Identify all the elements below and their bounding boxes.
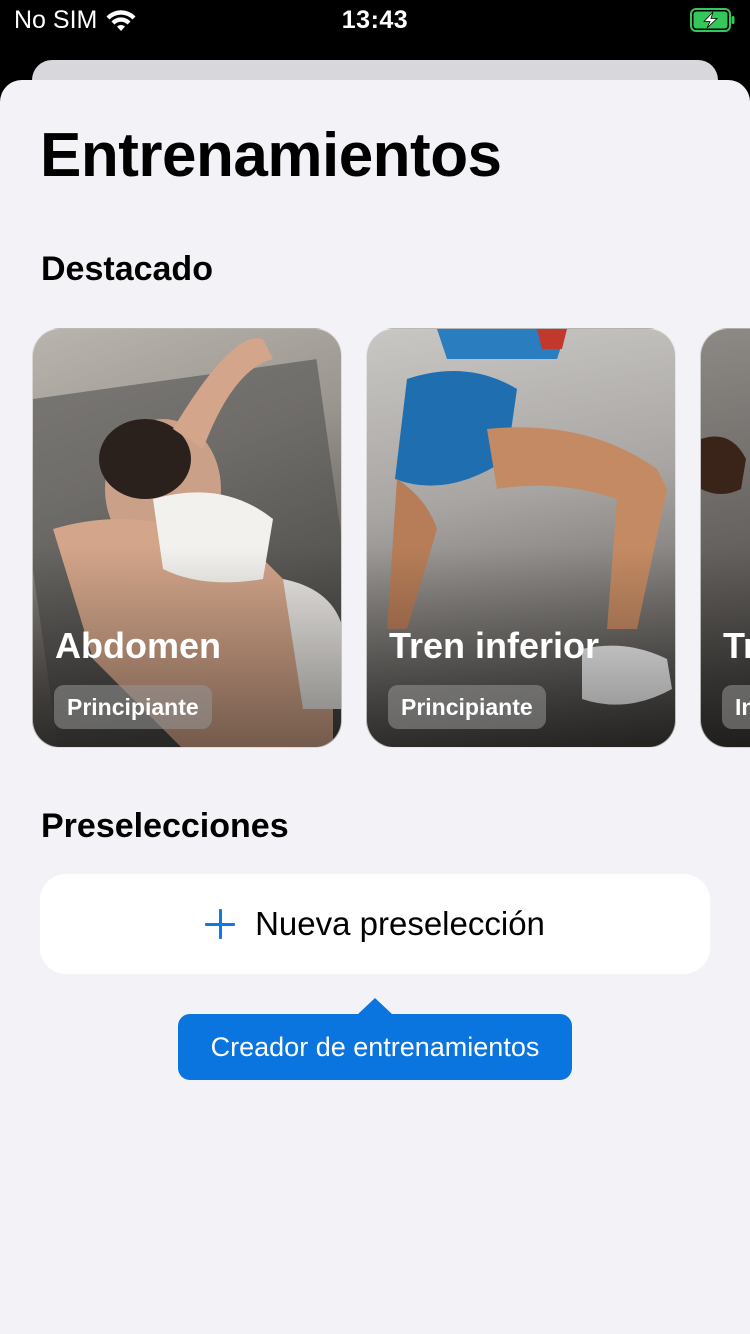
- level-badge: In: [722, 685, 750, 729]
- level-badge: Principiante: [388, 685, 546, 729]
- battery-charging-icon: [690, 8, 735, 32]
- featured-card-abdomen[interactable]: Abdomen Principiante: [32, 328, 342, 748]
- page-title: Entrenamientos: [40, 121, 502, 190]
- card-title: Tr: [723, 625, 750, 666]
- workouts-sheet: Entrenamientos Destacado Abdomen Princip…: [0, 80, 750, 1334]
- plus-icon: [205, 909, 236, 939]
- status-bar: No SIM 13:43: [0, 0, 750, 40]
- featured-section-title: Destacado: [41, 250, 213, 288]
- presets-section-title: Preselecciones: [41, 807, 289, 845]
- new-preset-label: Nueva preselección: [255, 905, 545, 942]
- featured-carousel[interactable]: Abdomen Principiante Tren inferior Princ…: [0, 328, 750, 748]
- card-title: Abdomen: [55, 625, 221, 666]
- level-badge: Principiante: [54, 685, 212, 729]
- card-title: Tren inferior: [389, 625, 600, 666]
- featured-card-partial[interactable]: Tr In: [700, 328, 750, 748]
- workout-builder-tooltip[interactable]: Creador de entrenamientos: [178, 998, 572, 1080]
- new-preset-button[interactable]: Nueva preselección: [40, 874, 710, 974]
- status-time: 13:43: [341, 6, 409, 34]
- featured-card-lower-body[interactable]: Tren inferior Principiante: [366, 328, 676, 748]
- tooltip-label: Creador de entrenamientos: [210, 1031, 540, 1062]
